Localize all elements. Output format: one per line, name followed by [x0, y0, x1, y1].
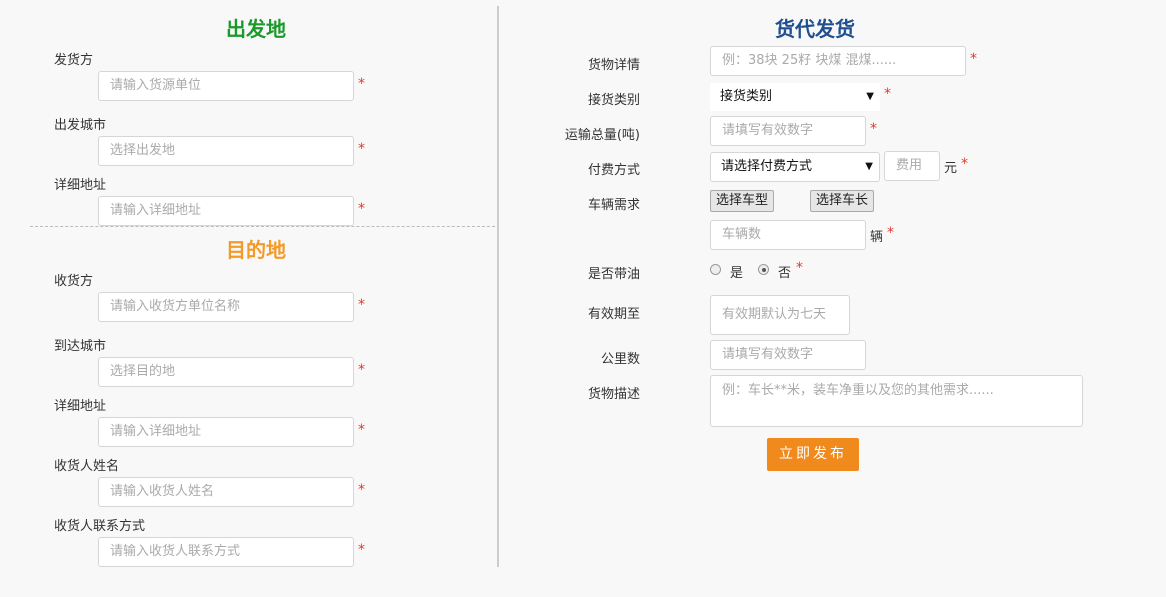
required-mark: * — [358, 201, 365, 217]
valid-until-label: 有效期至 — [587, 307, 640, 322]
goods-detail-label: 货物详情 — [587, 58, 640, 73]
origin-address-label: 详细地址 — [54, 178, 107, 193]
distance-label: 公里数 — [600, 352, 640, 367]
contact-name-input[interactable]: 请输入收货人姓名 — [98, 477, 354, 507]
required-mark: * — [887, 225, 894, 241]
sender-input[interactable]: 请输入货源单位 — [98, 71, 354, 101]
required-mark: * — [358, 362, 365, 378]
destination-title: 目的地 — [226, 238, 286, 262]
destination-address-label: 详细地址 — [54, 399, 107, 414]
payment-select[interactable]: 请选择付费方式 ▼ — [710, 152, 880, 182]
receiver-label: 收货方 — [54, 274, 94, 289]
dropdown-arrow-icon: ▼ — [865, 161, 873, 172]
total-weight-label: 运输总量(吨) — [564, 128, 640, 143]
required-mark: * — [961, 156, 968, 172]
fuel-yes-label[interactable]: 是 — [730, 262, 743, 281]
required-mark: * — [358, 542, 365, 558]
receive-type-label: 接货类别 — [587, 93, 640, 108]
shipping-title: 货代发货 — [775, 17, 855, 41]
required-mark: * — [884, 86, 891, 102]
fuel-label: 是否带油 — [587, 267, 640, 282]
origin-title: 出发地 — [226, 17, 286, 41]
valid-until-input[interactable]: 有效期默认为七天 — [710, 295, 850, 335]
payment-value: 请选择付费方式 — [721, 159, 813, 174]
goods-detail-input[interactable]: 例：38块 25籽 块煤 混煤...... — [710, 46, 966, 76]
required-mark: * — [358, 482, 365, 498]
vehicle-count-input[interactable]: 车辆数 — [710, 220, 866, 250]
section-divider — [30, 226, 495, 227]
origin-city-input[interactable]: 选择出发地 — [98, 136, 354, 166]
vehicle-label: 车辆需求 — [587, 198, 640, 213]
description-label: 货物描述 — [587, 387, 640, 402]
required-mark: * — [796, 260, 803, 276]
origin-address-input[interactable]: 请输入详细地址 — [98, 196, 354, 226]
required-mark: * — [870, 121, 877, 137]
fee-input[interactable]: 费用 — [884, 151, 940, 181]
receive-type-select[interactable]: 接货类别 ▼ — [710, 83, 880, 111]
fuel-no-label[interactable]: 否 — [778, 262, 791, 281]
distance-input[interactable]: 请填写有效数字 — [710, 340, 866, 370]
vehicle-unit: 辆 — [870, 230, 884, 245]
contact-phone-label: 收货人联系方式 — [54, 519, 146, 534]
publish-button[interactable]: 立即发布 — [767, 438, 859, 471]
required-mark: * — [358, 76, 365, 92]
receive-type-value: 接货类别 — [720, 89, 773, 104]
destination-city-label: 到达城市 — [54, 339, 107, 354]
contact-name-label: 收货人姓名 — [54, 459, 120, 474]
payment-label: 付费方式 — [587, 163, 640, 178]
currency-unit: 元 — [944, 161, 958, 176]
receiver-input[interactable]: 请输入收货方单位名称 — [98, 292, 354, 322]
fuel-no-radio[interactable] — [758, 264, 769, 275]
destination-city-input[interactable]: 选择目的地 — [98, 357, 354, 387]
select-vehicle-length-button[interactable]: 选择车长 — [810, 190, 875, 212]
required-mark: * — [358, 422, 365, 438]
destination-address-input[interactable]: 请输入详细地址 — [98, 417, 354, 447]
description-textarea[interactable]: 例：车长**米，装车净重以及您的其他需求...... — [710, 375, 1083, 427]
contact-phone-input[interactable]: 请输入收货人联系方式 — [98, 537, 354, 567]
required-mark: * — [358, 141, 365, 157]
sender-label: 发货方 — [54, 53, 94, 68]
select-vehicle-type-button[interactable]: 选择车型 — [710, 190, 775, 212]
dropdown-arrow-icon: ▼ — [866, 91, 874, 102]
origin-city-label: 出发城市 — [54, 118, 107, 133]
required-mark: * — [358, 297, 365, 313]
fuel-yes-radio[interactable] — [710, 264, 721, 275]
required-mark: * — [970, 51, 977, 67]
total-weight-input[interactable]: 请填写有效数字 — [710, 116, 866, 146]
column-divider — [497, 6, 499, 567]
